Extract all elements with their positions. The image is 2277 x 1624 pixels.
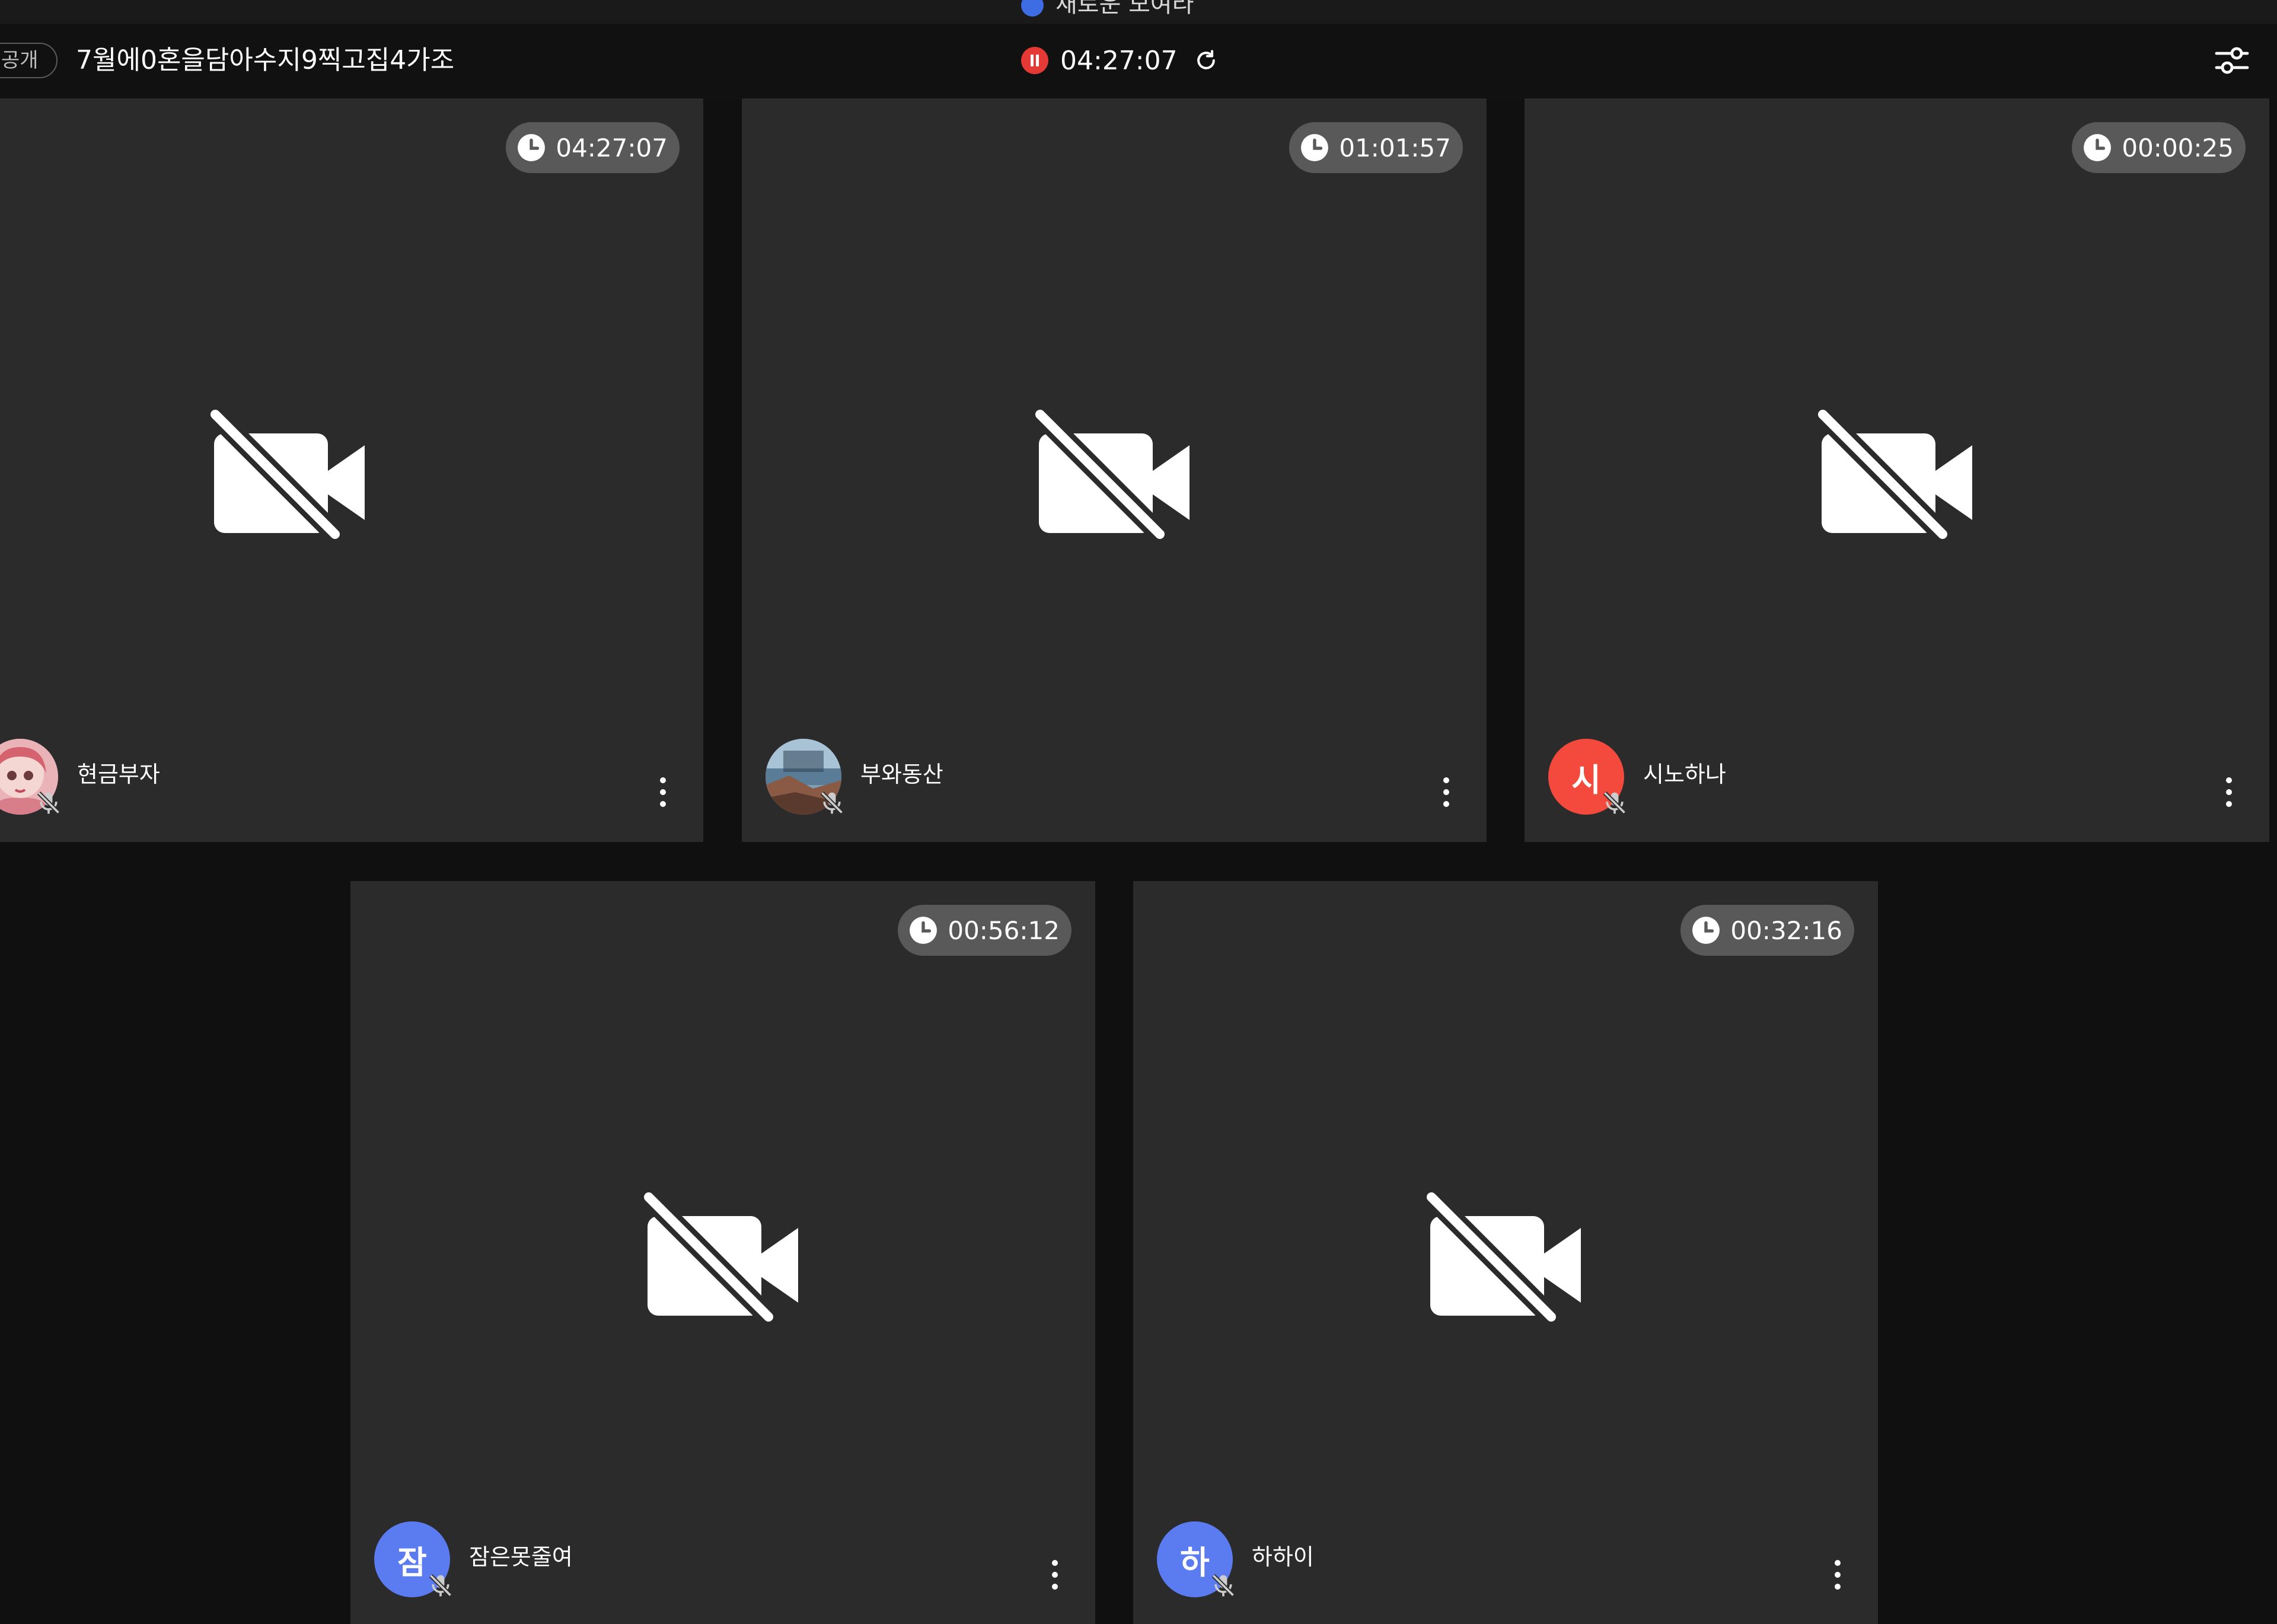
room-header: 공개 7월에0혼을담아수지9찍고집4가조 04:27:07 xyxy=(0,24,2277,100)
participant-timer-text: 00:32:16 xyxy=(1730,915,1842,945)
clock-icon xyxy=(1301,134,1329,161)
video-off-icon xyxy=(1034,410,1189,540)
avatar: 시 xyxy=(1548,739,1627,815)
sliders-icon[interactable] xyxy=(2213,42,2251,79)
participant-timer-text: 00:56:12 xyxy=(948,915,1060,945)
more-vertical-icon[interactable] xyxy=(1049,1556,1061,1594)
more-vertical-icon[interactable] xyxy=(1440,773,1452,811)
mic-off-icon xyxy=(37,791,60,815)
participant-name: 부와동산 xyxy=(860,761,943,787)
top-strip-indicator xyxy=(1021,0,1044,17)
avatar: 하 xyxy=(1157,1521,1235,1597)
participant-timer: 00:56:12 xyxy=(898,905,1071,956)
avatar: 잠 xyxy=(374,1521,452,1597)
clock-icon xyxy=(518,134,546,161)
participant-timer: 04:27:07 xyxy=(506,122,680,173)
participant-tile[interactable]: 00:00:25 시 시노하나 xyxy=(1525,98,2269,842)
mic-off-icon xyxy=(820,791,844,815)
more-vertical-icon[interactable] xyxy=(1832,1556,1844,1594)
participant-name: 시노하나 xyxy=(1643,761,1726,787)
more-vertical-icon[interactable] xyxy=(2223,773,2235,811)
mic-off-icon xyxy=(429,1574,452,1597)
participant-tile[interactable]: 04:27:07 현금부자 xyxy=(0,98,703,842)
participant-timer-text: 01:01:57 xyxy=(1339,133,1451,162)
participant-tile[interactable]: 00:32:16 하 하하이 xyxy=(1133,881,1878,1624)
participant-timer: 01:01:57 xyxy=(1289,122,1463,173)
participant-name: 현금부자 xyxy=(77,761,160,787)
visibility-badge: 공개 xyxy=(0,43,58,78)
top-strip: 새로운 모여라 xyxy=(0,0,2277,24)
mic-off-icon xyxy=(1211,1574,1235,1597)
video-off-icon xyxy=(643,1192,798,1323)
clock-icon xyxy=(2084,134,2112,161)
top-strip-text: 새로운 모여라 xyxy=(1055,0,1194,18)
participant-tile[interactable]: 01:01:57 부와동산 xyxy=(742,98,1487,842)
more-vertical-icon[interactable] xyxy=(657,773,669,811)
video-off-icon xyxy=(1817,410,1972,540)
participant-timer: 00:00:25 xyxy=(2072,122,2246,173)
refresh-icon[interactable] xyxy=(1193,47,1219,74)
room-title: 7월에0혼을담아수지9찍고집4가조 xyxy=(76,45,455,75)
recording-time: 04:27:07 xyxy=(1060,45,1178,76)
clock-icon xyxy=(910,917,937,944)
video-call-screen: 새로운 모여라 공개 7월에0혼을담아수지9찍고집4가조 04:27:07 04… xyxy=(0,0,2277,1624)
participant-timer-text: 04:27:07 xyxy=(556,133,668,162)
participant-timer-text: 00:00:25 xyxy=(2122,133,2234,162)
participant-timer: 00:32:16 xyxy=(1680,905,1854,956)
participant-name: 잠은못줄여 xyxy=(469,1544,573,1570)
participant-name: 하하이 xyxy=(1252,1544,1314,1570)
clock-icon xyxy=(1692,917,1720,944)
avatar xyxy=(0,739,60,815)
video-off-icon xyxy=(209,410,365,540)
avatar xyxy=(766,739,844,815)
participant-tile[interactable]: 00:56:12 잠 잠은못줄여 xyxy=(350,881,1095,1624)
video-off-icon xyxy=(1425,1192,1581,1323)
mic-off-icon xyxy=(1603,791,1627,815)
recording-pause-button[interactable] xyxy=(1021,47,1048,74)
recording-status: 04:27:07 xyxy=(1021,44,1219,77)
